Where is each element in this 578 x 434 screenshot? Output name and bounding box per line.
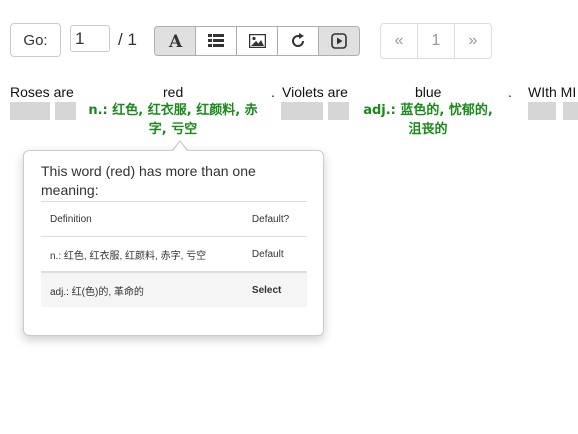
font-button[interactable]: A <box>154 26 196 56</box>
gloss-blue-line-1: adj.: 蓝色的, 忧郁的, <box>363 103 493 118</box>
word-period: . <box>271 84 275 100</box>
definitions-table: Definition Default? n.: 红色, 红衣服, 红颜料, 赤字… <box>41 201 307 307</box>
column-header-definition: Definition <box>50 213 92 225</box>
gloss-blue[interactable]: adj.: 蓝色的, 忧郁的, 沮丧的 <box>355 101 501 139</box>
go-button[interactable]: Go: <box>10 23 61 57</box>
gloss-red[interactable]: n.: 红色, 红衣服, 红颜料, 赤 字, 亏空 <box>78 101 268 139</box>
table-header-row: Definition Default? <box>41 201 307 237</box>
next-page-button[interactable]: » <box>454 23 492 59</box>
play-icon <box>331 33 347 49</box>
image-button[interactable] <box>236 26 278 56</box>
view-mode-toolbar: A <box>154 26 360 56</box>
word-period: . <box>508 84 512 100</box>
share-icon <box>290 33 306 49</box>
popover-title: This word (red) has more than one meanin… <box>41 163 256 198</box>
translation-placeholder[interactable] <box>10 102 50 120</box>
translation-placeholder[interactable] <box>528 102 556 120</box>
svg-text:A: A <box>168 32 183 50</box>
translation-placeholder[interactable] <box>55 102 76 120</box>
image-icon <box>248 34 266 48</box>
word-roses-are[interactable]: Roses are <box>10 84 74 100</box>
word-violets-are[interactable]: Violets are <box>282 84 348 100</box>
gloss-red-line-2: 字, 亏空 <box>148 122 198 137</box>
word-blue[interactable]: blue <box>415 84 441 100</box>
definition-cell: adj.: 红(色)的, 革命的 <box>50 286 144 298</box>
select-button[interactable]: Select <box>243 272 307 307</box>
column-header-default: Default? <box>251 213 290 225</box>
definition-cell: n.: 红色, 红衣服, 红颜料, 赤字, 亏空 <box>50 250 207 262</box>
gloss-blue-line-2: 沮丧的 <box>408 122 448 137</box>
pagination: « 1 » <box>380 23 492 59</box>
word-red[interactable]: red <box>163 84 183 100</box>
default-label: Default <box>251 248 284 260</box>
prev-page-button[interactable]: « <box>380 23 418 59</box>
list-icon <box>208 34 224 48</box>
font-icon: A <box>166 32 184 50</box>
meaning-popover: This word (red) has more than one meanin… <box>23 150 324 336</box>
table-row: n.: 红色, 红衣服, 红颜料, 赤字, 亏空 Default <box>41 237 307 273</box>
page-1-button[interactable]: 1 <box>417 23 455 59</box>
table-row: adj.: 红(色)的, 革命的 Select <box>41 272 307 307</box>
page-number-input[interactable]: 1 <box>70 25 110 52</box>
word-with-mi[interactable]: WIth MI <box>528 84 576 100</box>
translation-placeholder[interactable] <box>328 102 349 120</box>
play-button[interactable] <box>318 26 360 56</box>
list-button[interactable] <box>195 26 237 56</box>
page-total: / 1 <box>118 30 137 49</box>
translation-placeholder[interactable] <box>563 102 578 120</box>
translation-placeholder[interactable] <box>281 102 323 120</box>
popover-arrow-fill <box>173 142 187 151</box>
share-button[interactable] <box>277 26 319 56</box>
gloss-red-line-1: n.: 红色, 红衣服, 红颜料, 赤 <box>88 103 258 118</box>
